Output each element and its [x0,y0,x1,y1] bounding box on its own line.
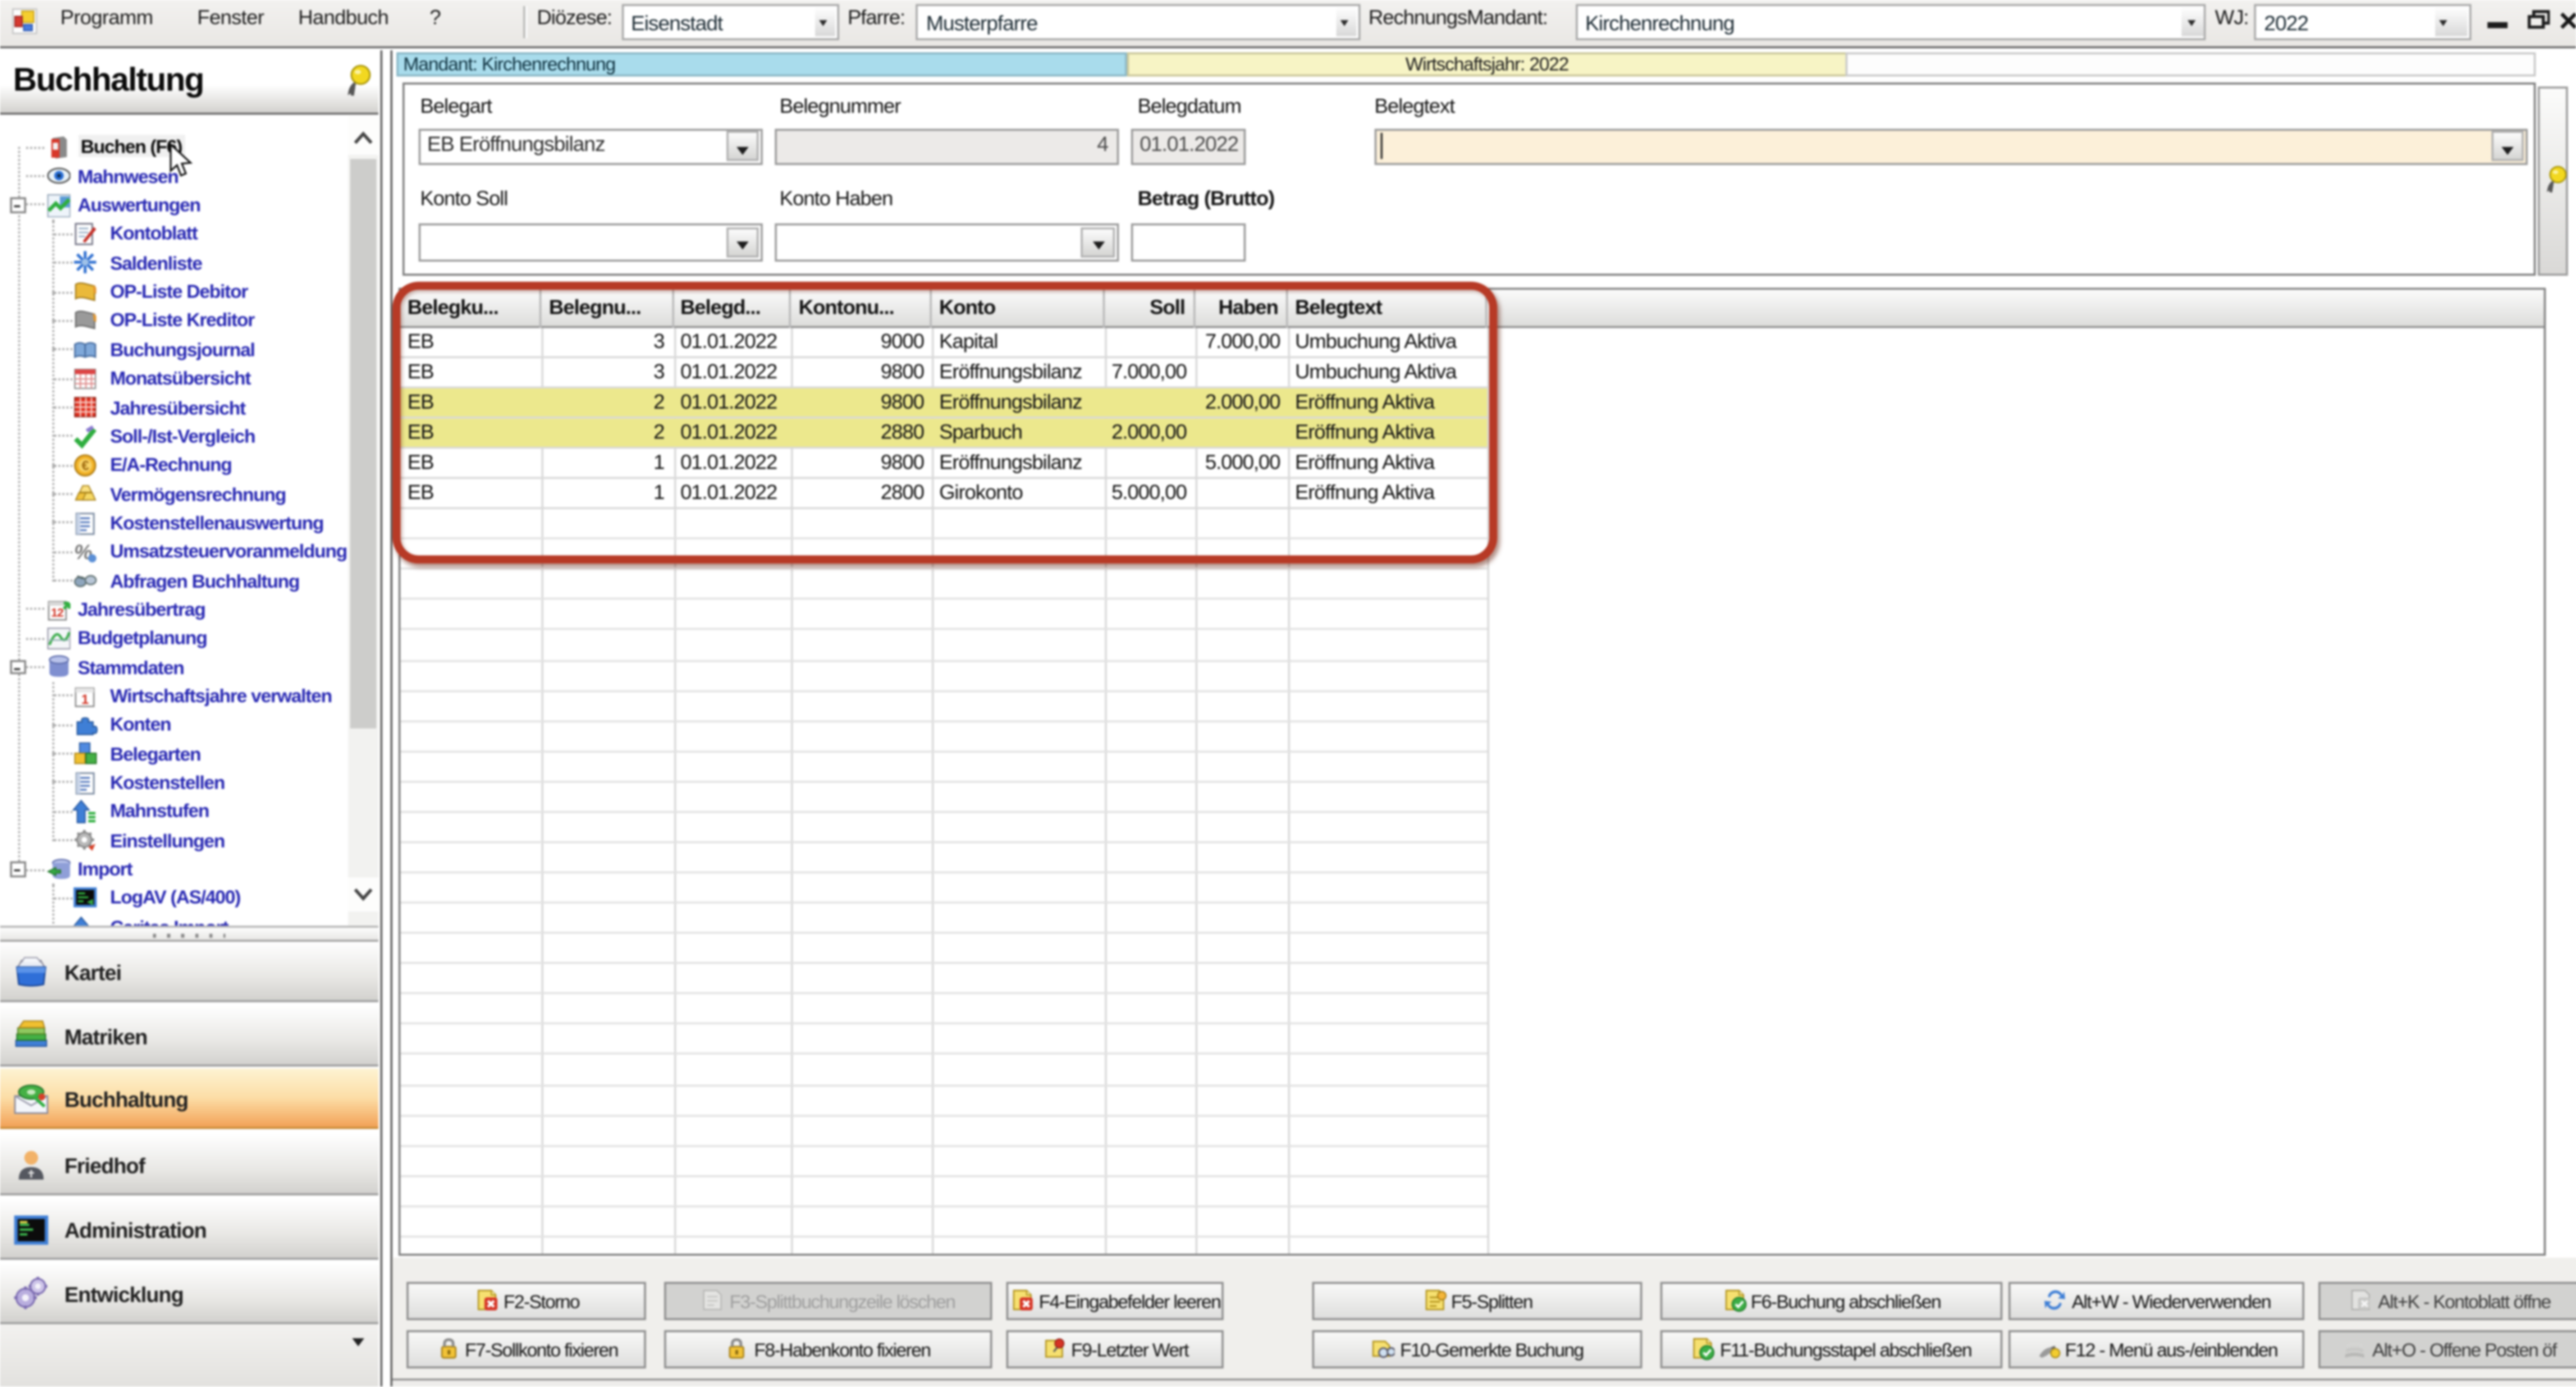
svg-text:€: € [82,458,89,473]
svg-text:12: 12 [50,606,62,619]
svg-text:1: 1 [82,692,89,707]
